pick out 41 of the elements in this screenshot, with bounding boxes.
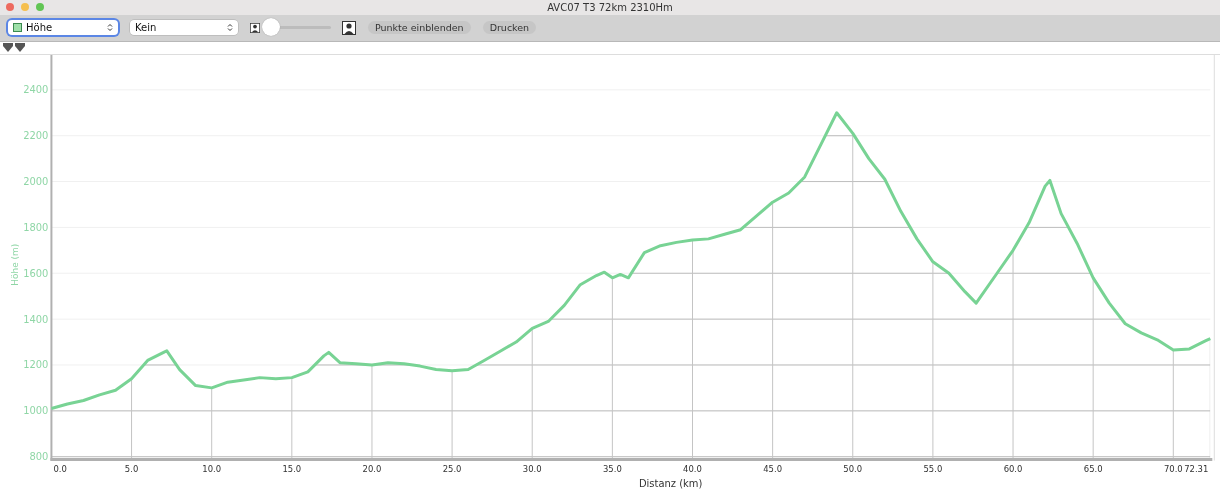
y-axis-title: Höhe (m) bbox=[9, 243, 20, 286]
person-icon bbox=[342, 20, 356, 35]
slider-thumb[interactable] bbox=[262, 17, 280, 36]
y-tick-label: 2200 bbox=[23, 129, 49, 141]
x-tick-label: 45.0 bbox=[763, 464, 783, 475]
x-tick-label: 10.0 bbox=[202, 464, 222, 475]
x-tick-label: 0.0 bbox=[53, 464, 67, 475]
x-tick-label: 50.0 bbox=[843, 464, 863, 475]
x-tick-label: 55.0 bbox=[923, 464, 943, 475]
y-tick-label: 1600 bbox=[23, 267, 49, 279]
x-tick-label: 70.0 bbox=[1163, 464, 1183, 475]
chevron-icon bbox=[227, 23, 233, 33]
square-icon bbox=[13, 23, 22, 33]
y-tick-label: 1200 bbox=[23, 359, 49, 371]
chevron-icon bbox=[107, 23, 113, 33]
x-tick-label: 35.0 bbox=[602, 464, 622, 475]
x-tick-label: 65.0 bbox=[1083, 464, 1103, 475]
metric-select[interactable]: Höhe bbox=[8, 20, 118, 36]
y-tick-label: 2000 bbox=[23, 175, 49, 187]
x-tick-label: 15.0 bbox=[282, 464, 302, 475]
x-tick-label: 30.0 bbox=[522, 464, 542, 475]
person-icon bbox=[250, 22, 260, 33]
minimize-button[interactable] bbox=[21, 3, 29, 12]
y-tick-label: 1800 bbox=[23, 221, 49, 233]
y-tick-label: 800 bbox=[29, 450, 49, 462]
x-tick-label: 20.0 bbox=[362, 464, 382, 475]
toolbar-button[interactable]: Drucken bbox=[482, 21, 537, 35]
toolbar-button[interactable]: Punkte einblenden bbox=[368, 21, 471, 35]
x-tick-label: 5.0 bbox=[124, 464, 139, 475]
x-axis-title: Distanz (km) bbox=[638, 478, 703, 489]
x-tick-label: 60.0 bbox=[1003, 464, 1023, 475]
x-tick-label: 40.0 bbox=[683, 464, 702, 475]
zoom-button[interactable] bbox=[36, 3, 44, 12]
window-title: AVC07 T3 72km 2310Hm bbox=[547, 1, 673, 13]
close-button[interactable] bbox=[6, 3, 14, 12]
y-tick-label: 1000 bbox=[23, 405, 49, 416]
x-tick-label: 25.0 bbox=[442, 464, 462, 475]
y-tick-label: 2400 bbox=[23, 84, 49, 95]
x-tick-label: 72.31 bbox=[1184, 464, 1209, 475]
overlay-select[interactable]: Kein bbox=[130, 20, 238, 36]
y-tick-label: 1400 bbox=[23, 313, 49, 325]
